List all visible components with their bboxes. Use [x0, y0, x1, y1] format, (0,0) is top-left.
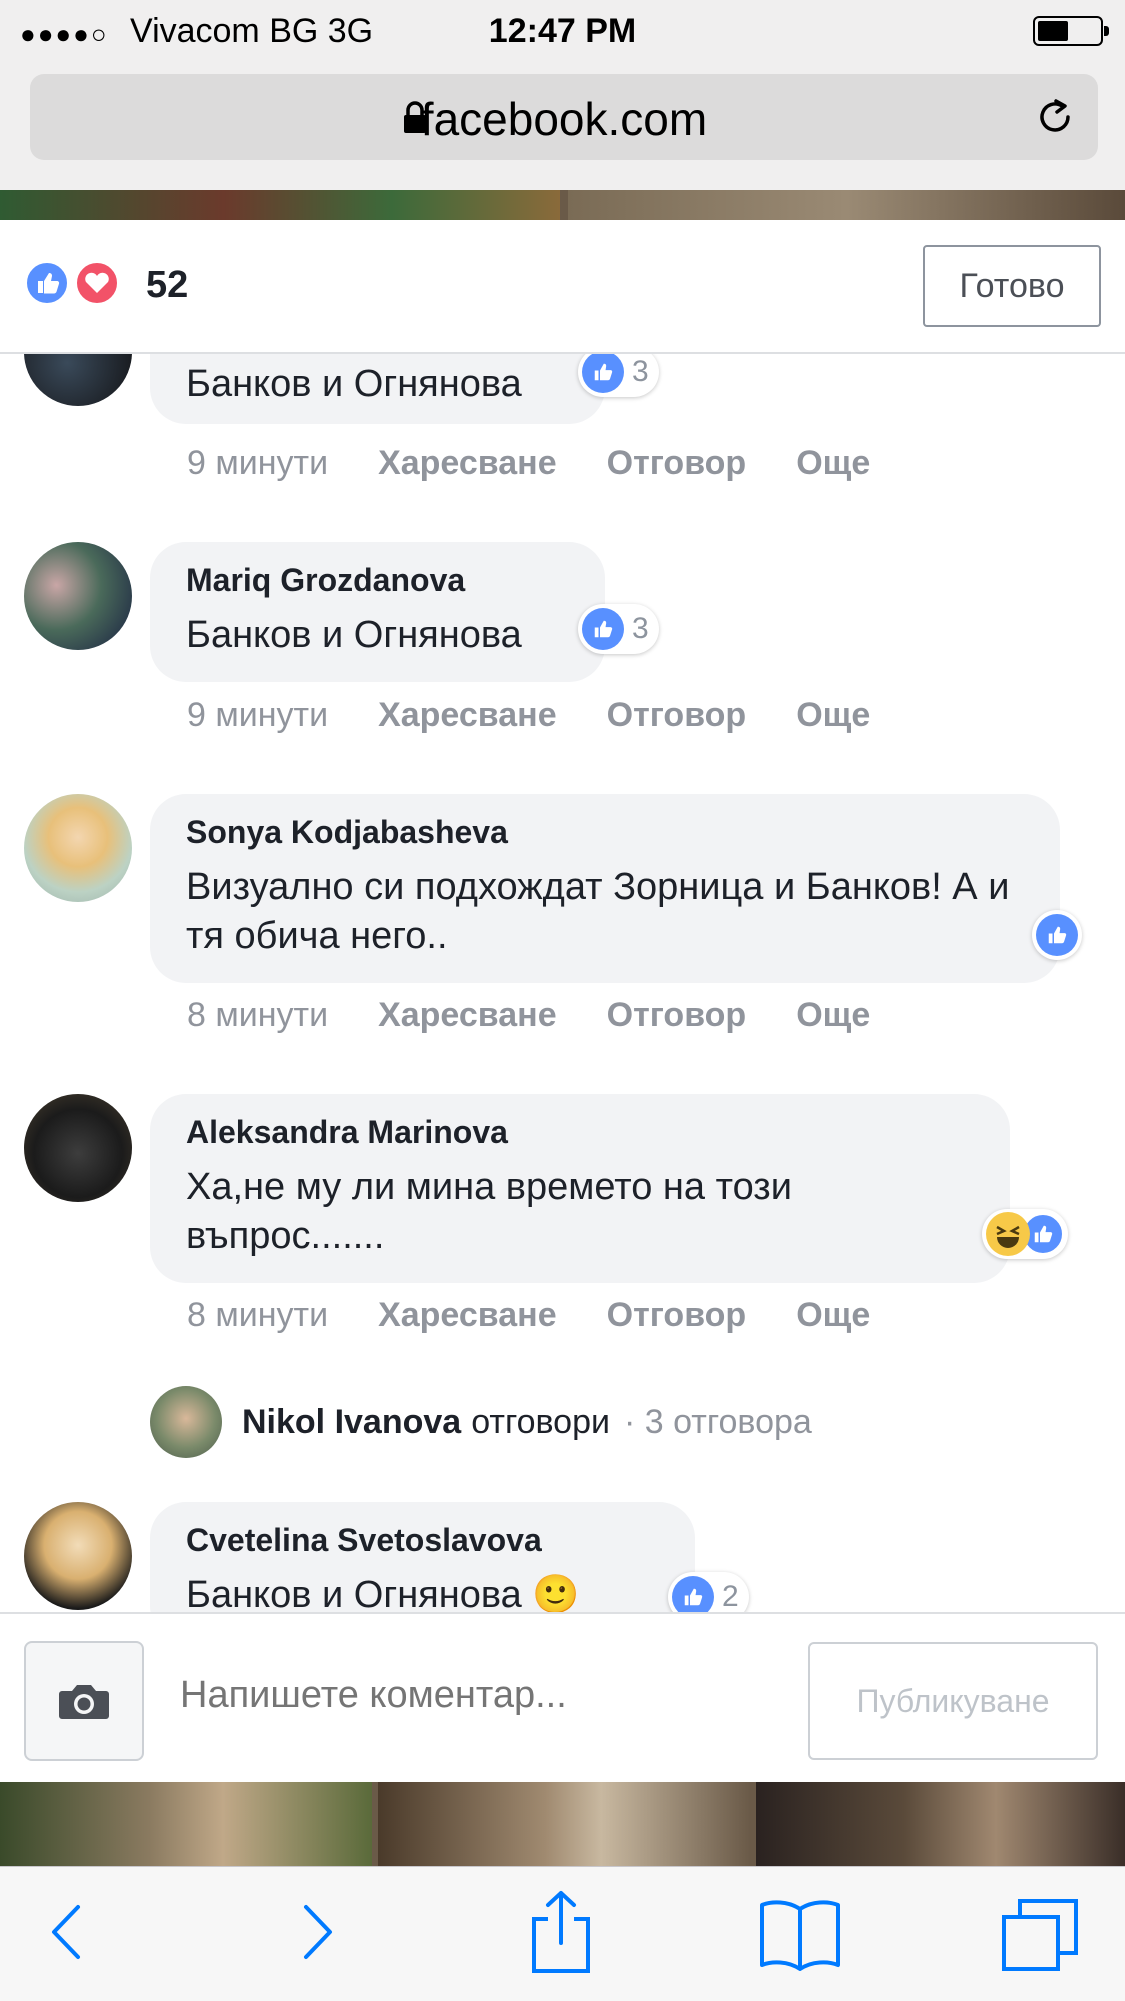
like-link[interactable]: Харесване [378, 444, 557, 483]
reaction-summary[interactable] [1032, 910, 1082, 960]
more-link[interactable]: Още [796, 696, 870, 735]
like-reaction-icon [582, 354, 624, 393]
reaction-summary[interactable]: 3 [578, 354, 659, 397]
reply-author: Nikol Ivanova [242, 1402, 462, 1441]
reply-count: · 3 отговора [624, 1402, 812, 1441]
reaction-count: 2 [722, 1580, 739, 1612]
replies-preview[interactable]: Nikol Ivanova отговори · 3 отговора [150, 1386, 812, 1458]
reply-verb: отговори [471, 1402, 610, 1441]
comment-time[interactable]: 9 минути [187, 444, 328, 483]
comment-actions: 8 минути Харесване Отговор Още [187, 996, 920, 1035]
more-link[interactable]: Още [796, 444, 870, 483]
love-reaction-icon [74, 260, 120, 306]
url-text: facebook.com [420, 93, 708, 145]
avatar[interactable] [24, 542, 132, 650]
comment-author[interactable]: Sonya Kodjabasheva [186, 814, 1024, 851]
reactions-header: 52 Готово [0, 220, 1125, 354]
comment-bubble[interactable]: Sonya Kodjabasheva Визуално си подхождат… [150, 794, 1060, 983]
comment-input[interactable] [180, 1674, 780, 1717]
comment-text: Визуално си подхождат Зорница и Банков! … [186, 866, 1010, 957]
battery-icon [1033, 16, 1109, 46]
reaction-summary[interactable] [982, 1209, 1068, 1259]
comment-author[interactable]: Cvetelina Svetoslavova [186, 1522, 659, 1559]
reply-link[interactable]: Отговор [607, 996, 747, 1035]
comment-bubble[interactable]: Банков и Огнянова [150, 354, 605, 424]
forward-icon[interactable] [296, 1895, 340, 1969]
like-link[interactable]: Харесване [378, 696, 557, 735]
post-button[interactable]: Публикуване [808, 1642, 1098, 1760]
like-reaction-icon [582, 608, 624, 650]
comment-actions: 8 минути Харесване Отговор Още [187, 1296, 920, 1335]
like-reaction-icon [672, 1576, 714, 1612]
avatar[interactable] [24, 354, 132, 406]
reaction-summary[interactable]: 3 [578, 604, 659, 654]
status-bar: ●●●●○ Vivacom BG 3G 12:47 PM [0, 0, 1125, 62]
comment-text: Ха,не му ли мина времето на този въпрос.… [186, 1166, 792, 1257]
camera-button[interactable] [24, 1641, 144, 1761]
reply-link[interactable]: Отговор [607, 444, 747, 483]
clock: 12:47 PM [488, 12, 637, 50]
reload-icon[interactable] [1034, 96, 1076, 138]
like-reaction-icon [24, 260, 70, 306]
comment-bubble[interactable]: Cvetelina Svetoslavova Банков и Огнянова… [150, 1502, 695, 1612]
comment-composer: Публикуване [0, 1612, 1125, 1782]
comment-actions: 9 минути Харесване Отговор Още [187, 444, 920, 483]
comment-bubble[interactable]: Aleksandra Marinova Ха,не му ли мина вре… [150, 1094, 1010, 1283]
more-link[interactable]: Още [796, 996, 870, 1035]
avatar [150, 1386, 222, 1458]
reply-link[interactable]: Отговор [607, 1296, 747, 1335]
reply-link[interactable]: Отговор [607, 696, 747, 735]
comment-bubble[interactable]: Mariq Grozdanova Банков и Огнянова [150, 542, 605, 682]
avatar[interactable] [24, 794, 132, 902]
like-reaction-icon [1036, 914, 1078, 956]
comment-time[interactable]: 9 минути [187, 696, 328, 735]
address-bar[interactable]: facebook.com [30, 74, 1098, 160]
like-link[interactable]: Харесване [378, 996, 557, 1035]
done-button[interactable]: Готово [923, 245, 1101, 327]
tabs-icon[interactable] [1000, 1895, 1080, 1973]
reaction-count: 52 [146, 264, 189, 306]
background-photos-bottom [0, 1782, 1125, 1866]
bookmarks-icon[interactable] [758, 1895, 842, 1971]
comment-text: Банков и Огнянова 🙂 [186, 1574, 580, 1612]
comment-time[interactable]: 8 минути [187, 996, 328, 1035]
browser-address-area: facebook.com [0, 62, 1125, 190]
more-link[interactable]: Още [796, 1296, 870, 1335]
reaction-summary[interactable]: 2 [668, 1572, 749, 1612]
avatar[interactable] [24, 1502, 132, 1610]
comment-time[interactable]: 8 минути [187, 1296, 328, 1335]
background-photos-top [0, 190, 1125, 220]
camera-icon [59, 1685, 109, 1719]
comment-text: Банков и Огнянова [186, 363, 522, 405]
haha-reaction-icon [986, 1212, 1030, 1256]
share-icon[interactable] [526, 1889, 596, 1975]
comment-author[interactable]: Mariq Grozdanova [186, 562, 569, 599]
back-icon[interactable] [44, 1895, 88, 1969]
comments-list: Банков и Огнянова 3 9 минути Харесване О… [0, 354, 1125, 1612]
comment-author[interactable]: Aleksandra Marinova [186, 1114, 974, 1151]
comment-actions: 9 минути Харесване Отговор Още [187, 696, 920, 735]
like-link[interactable]: Харесване [378, 1296, 557, 1335]
reaction-count: 3 [632, 355, 649, 388]
browser-toolbar [0, 1866, 1125, 2001]
comment-text: Банков и Огнянова [186, 614, 522, 656]
avatar[interactable] [24, 1094, 132, 1202]
reaction-count: 3 [632, 612, 649, 645]
